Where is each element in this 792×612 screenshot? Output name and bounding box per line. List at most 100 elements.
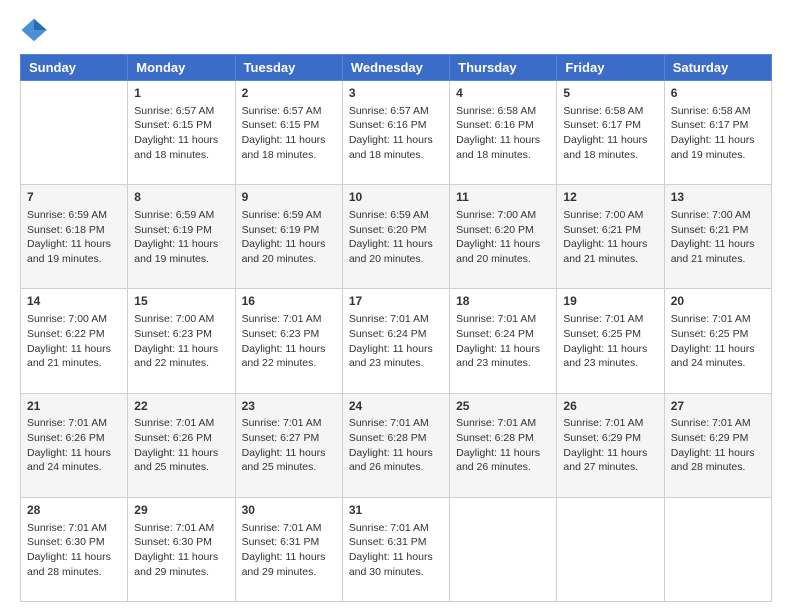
day-info-line: and 18 minutes.: [456, 148, 550, 163]
date-number: 17: [349, 293, 443, 310]
day-info-line: Daylight: 11 hours: [671, 342, 765, 357]
day-info-line: Sunset: 6:15 PM: [134, 118, 228, 133]
day-info-line: Sunset: 6:28 PM: [349, 431, 443, 446]
date-number: 29: [134, 502, 228, 519]
day-info-line: Sunrise: 7:01 AM: [242, 312, 336, 327]
day-info-line: Daylight: 11 hours: [563, 342, 657, 357]
week-row-4: 21Sunrise: 7:01 AMSunset: 6:26 PMDayligh…: [21, 393, 772, 497]
day-info-line: and 20 minutes.: [242, 252, 336, 267]
calendar-cell: 9Sunrise: 6:59 AMSunset: 6:19 PMDaylight…: [235, 185, 342, 289]
date-number: 10: [349, 189, 443, 206]
day-info-line: Sunrise: 6:58 AM: [456, 104, 550, 119]
date-number: 3: [349, 85, 443, 102]
day-info-line: and 23 minutes.: [349, 356, 443, 371]
calendar-cell: 8Sunrise: 6:59 AMSunset: 6:19 PMDaylight…: [128, 185, 235, 289]
week-row-2: 7Sunrise: 6:59 AMSunset: 6:18 PMDaylight…: [21, 185, 772, 289]
date-number: 1: [134, 85, 228, 102]
calendar-cell: 27Sunrise: 7:01 AMSunset: 6:29 PMDayligh…: [664, 393, 771, 497]
day-info-line: Daylight: 11 hours: [242, 446, 336, 461]
day-info-line: Daylight: 11 hours: [456, 342, 550, 357]
day-info-line: Sunset: 6:19 PM: [134, 223, 228, 238]
day-info-line: Sunrise: 7:01 AM: [349, 416, 443, 431]
date-number: 2: [242, 85, 336, 102]
date-number: 12: [563, 189, 657, 206]
day-info-line: Sunrise: 7:01 AM: [242, 521, 336, 536]
day-info-line: Sunset: 6:23 PM: [242, 327, 336, 342]
day-info-line: Daylight: 11 hours: [27, 550, 121, 565]
calendar-cell: 12Sunrise: 7:00 AMSunset: 6:21 PMDayligh…: [557, 185, 664, 289]
day-info-line: and 18 minutes.: [349, 148, 443, 163]
date-number: 6: [671, 85, 765, 102]
date-number: 27: [671, 398, 765, 415]
day-info-line: and 25 minutes.: [134, 460, 228, 475]
day-info-line: and 21 minutes.: [563, 252, 657, 267]
calendar-cell: 22Sunrise: 7:01 AMSunset: 6:26 PMDayligh…: [128, 393, 235, 497]
calendar-cell: 15Sunrise: 7:00 AMSunset: 6:23 PMDayligh…: [128, 289, 235, 393]
calendar-cell: 29Sunrise: 7:01 AMSunset: 6:30 PMDayligh…: [128, 497, 235, 601]
day-info-line: Daylight: 11 hours: [242, 133, 336, 148]
day-info-line: Sunrise: 7:00 AM: [134, 312, 228, 327]
day-info-line: Daylight: 11 hours: [671, 133, 765, 148]
day-info-line: Daylight: 11 hours: [349, 446, 443, 461]
day-info-line: Sunset: 6:28 PM: [456, 431, 550, 446]
day-info-line: Daylight: 11 hours: [563, 446, 657, 461]
day-info-line: Sunset: 6:16 PM: [349, 118, 443, 133]
day-info-line: Sunset: 6:31 PM: [242, 535, 336, 550]
day-info-line: Sunrise: 6:59 AM: [27, 208, 121, 223]
day-info-line: Sunrise: 6:59 AM: [349, 208, 443, 223]
calendar-cell: 31Sunrise: 7:01 AMSunset: 6:31 PMDayligh…: [342, 497, 449, 601]
week-row-1: 1Sunrise: 6:57 AMSunset: 6:15 PMDaylight…: [21, 81, 772, 185]
day-info-line: Daylight: 11 hours: [242, 550, 336, 565]
day-info-line: Sunrise: 7:00 AM: [27, 312, 121, 327]
day-header-wednesday: Wednesday: [342, 55, 449, 81]
header: [20, 16, 772, 44]
day-info-line: and 28 minutes.: [671, 460, 765, 475]
day-info-line: Sunset: 6:16 PM: [456, 118, 550, 133]
day-info-line: Sunrise: 7:01 AM: [242, 416, 336, 431]
day-info-line: and 19 minutes.: [27, 252, 121, 267]
day-info-line: Sunset: 6:19 PM: [242, 223, 336, 238]
day-info-line: Daylight: 11 hours: [456, 237, 550, 252]
calendar-cell: 11Sunrise: 7:00 AMSunset: 6:20 PMDayligh…: [450, 185, 557, 289]
day-info-line: and 25 minutes.: [242, 460, 336, 475]
date-number: 5: [563, 85, 657, 102]
day-info-line: Daylight: 11 hours: [134, 550, 228, 565]
calendar-cell: 28Sunrise: 7:01 AMSunset: 6:30 PMDayligh…: [21, 497, 128, 601]
date-number: 4: [456, 85, 550, 102]
day-header-tuesday: Tuesday: [235, 55, 342, 81]
day-info-line: Daylight: 11 hours: [134, 133, 228, 148]
day-header-sunday: Sunday: [21, 55, 128, 81]
calendar-cell: 20Sunrise: 7:01 AMSunset: 6:25 PMDayligh…: [664, 289, 771, 393]
day-info-line: Sunset: 6:29 PM: [563, 431, 657, 446]
date-number: 22: [134, 398, 228, 415]
calendar-cell: 21Sunrise: 7:01 AMSunset: 6:26 PMDayligh…: [21, 393, 128, 497]
calendar-cell: 7Sunrise: 6:59 AMSunset: 6:18 PMDaylight…: [21, 185, 128, 289]
logo: [20, 16, 52, 44]
day-info-line: Sunrise: 6:57 AM: [242, 104, 336, 119]
day-info-line: Daylight: 11 hours: [671, 446, 765, 461]
day-info-line: Daylight: 11 hours: [134, 446, 228, 461]
date-number: 15: [134, 293, 228, 310]
day-info-line: Sunset: 6:21 PM: [671, 223, 765, 238]
day-info-line: Sunset: 6:24 PM: [456, 327, 550, 342]
day-info-line: Sunrise: 7:01 AM: [349, 312, 443, 327]
day-info-line: and 30 minutes.: [349, 565, 443, 580]
day-info-line: Sunset: 6:31 PM: [349, 535, 443, 550]
week-row-5: 28Sunrise: 7:01 AMSunset: 6:30 PMDayligh…: [21, 497, 772, 601]
day-info-line: Daylight: 11 hours: [134, 237, 228, 252]
date-number: 13: [671, 189, 765, 206]
day-info-line: and 19 minutes.: [671, 148, 765, 163]
day-info-line: Sunset: 6:17 PM: [563, 118, 657, 133]
calendar-cell: 6Sunrise: 6:58 AMSunset: 6:17 PMDaylight…: [664, 81, 771, 185]
day-info-line: Sunrise: 7:01 AM: [563, 416, 657, 431]
day-header-friday: Friday: [557, 55, 664, 81]
date-number: 8: [134, 189, 228, 206]
day-info-line: Sunrise: 7:00 AM: [563, 208, 657, 223]
day-info-line: Sunset: 6:20 PM: [456, 223, 550, 238]
date-number: 14: [27, 293, 121, 310]
day-info-line: and 22 minutes.: [242, 356, 336, 371]
date-number: 31: [349, 502, 443, 519]
calendar-cell: 19Sunrise: 7:01 AMSunset: 6:25 PMDayligh…: [557, 289, 664, 393]
calendar-cell: 17Sunrise: 7:01 AMSunset: 6:24 PMDayligh…: [342, 289, 449, 393]
day-info-line: and 21 minutes.: [671, 252, 765, 267]
